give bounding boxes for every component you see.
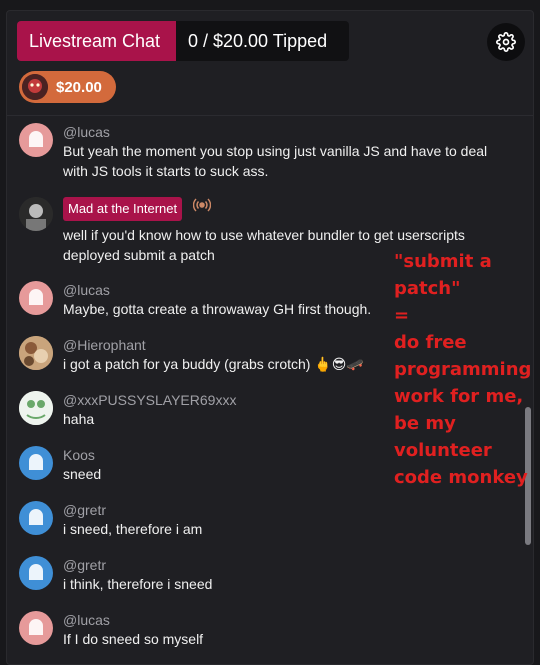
header-divider (7, 115, 533, 116)
user-avatar-icon (29, 289, 43, 305)
live-broadcast-icon (192, 197, 211, 220)
chat-header: Livestream Chat 0 / $20.00 Tipped (17, 21, 349, 61)
avatar[interactable] (19, 556, 53, 590)
chat-message: @lucas Maybe, gotta create a throwaway G… (19, 281, 393, 319)
chat-message: Koos sneed (19, 446, 393, 484)
message-text: sneed (63, 466, 102, 482)
avatar[interactable] (19, 501, 53, 535)
message-text: If I do sneed so myself (63, 631, 204, 647)
tip-amount: $20.00 (56, 78, 102, 96)
username[interactable]: Mad at the Internet (63, 197, 183, 221)
username[interactable]: @gretr (63, 556, 393, 574)
username[interactable]: @lucas (63, 611, 393, 629)
avatar[interactable] (19, 197, 53, 231)
user-avatar-icon (29, 564, 43, 580)
user-avatar-icon (19, 197, 53, 231)
user-avatar-icon (19, 336, 53, 370)
username[interactable]: @Hierophant (63, 336, 393, 354)
user-avatar-icon (29, 454, 43, 470)
message-text: But yeah the moment you stop using just … (63, 143, 488, 179)
red-annotation-text: "submit a patch" = do free programming w… (394, 251, 532, 488)
tipped-status: 0 / $20.00 Tipped (176, 21, 349, 61)
username[interactable]: Koos (63, 446, 393, 464)
user-avatar-icon (29, 619, 43, 635)
message-text: Maybe, gotta create a throwaway GH first… (63, 301, 372, 317)
message-text: i got a patch for ya buddy (grabs crotch… (63, 356, 364, 372)
chat-message: @lucas But yeah the moment you stop usin… (19, 123, 493, 181)
avatar[interactable] (19, 336, 53, 370)
avatar[interactable] (19, 123, 53, 157)
chat-message: @Hierophant i got a patch for ya buddy (… (19, 336, 393, 374)
chat-message: @gretr i sneed, therefore i am (19, 501, 393, 539)
chat-message: @gretr i think, therefore i sneed (19, 556, 393, 594)
username[interactable]: @xxxPUSSYSLAYER69xxx (63, 391, 393, 409)
user-avatar-icon (19, 391, 53, 425)
username[interactable]: @lucas (63, 123, 493, 141)
avatar[interactable] (19, 446, 53, 480)
avatar[interactable] (19, 281, 53, 315)
message-text: haha (63, 411, 95, 427)
message-text: i sneed, therefore i am (63, 521, 203, 537)
settings-button[interactable] (487, 23, 525, 61)
avatar[interactable] (19, 391, 53, 425)
tipper-avatar (22, 74, 48, 100)
username[interactable]: @lucas (63, 281, 393, 299)
message-text: i think, therefore i sneed (63, 576, 213, 592)
user-avatar-icon (29, 131, 43, 147)
user-avatar-icon (29, 509, 43, 525)
username[interactable]: @gretr (63, 501, 393, 519)
tip-pill[interactable]: $20.00 (19, 71, 116, 103)
livestream-chat-title: Livestream Chat (17, 21, 176, 61)
gear-icon (496, 32, 516, 52)
chat-message: @xxxPUSSYSLAYER69xxx haha (19, 391, 393, 429)
avatar[interactable] (19, 611, 53, 645)
chat-message: @lucas If I do sneed so myself (19, 611, 393, 649)
